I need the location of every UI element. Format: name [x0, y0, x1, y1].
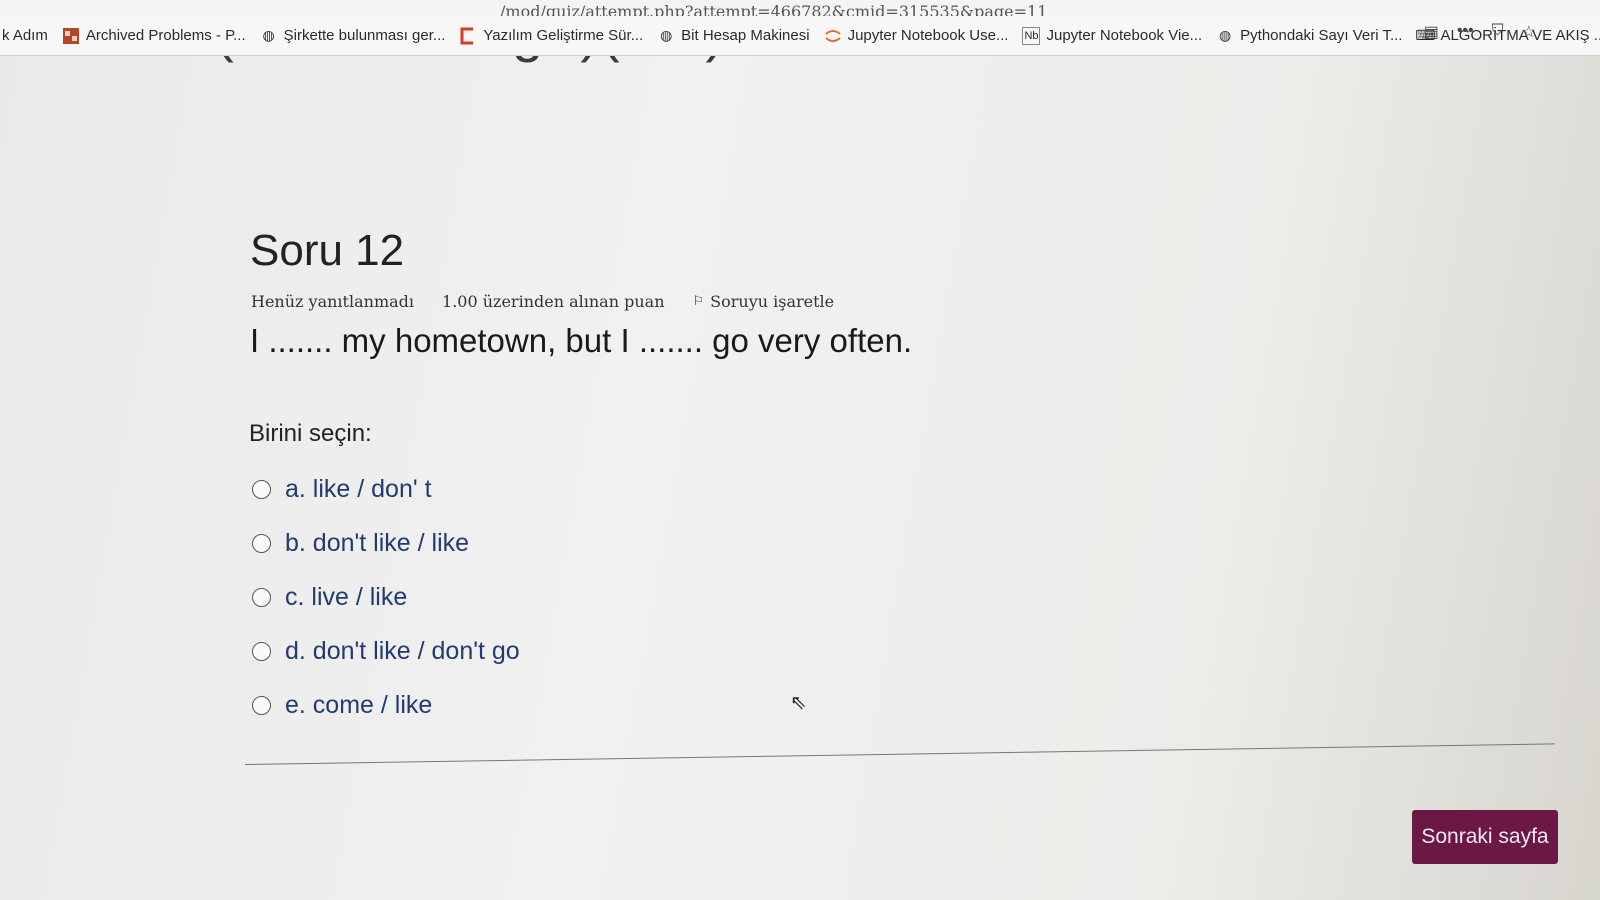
bookmark-item[interactable]: Nb Jupyter Notebook Vie...: [1022, 26, 1203, 45]
option-label: a. like / don' t: [285, 474, 432, 503]
bookmark-item[interactable]: ◍ Pythondaki Sayı Veri T...: [1216, 27, 1402, 45]
bookmark-star-icon[interactable]: ☆: [1522, 22, 1536, 42]
bookmark-label: k Adım: [2, 27, 48, 44]
question-title: Soru 12: [250, 226, 405, 275]
bookmark-label: Archived Problems - P...: [85, 27, 246, 44]
bookmark-item[interactable]: Yazılım Geliştirme Sür...: [459, 27, 643, 45]
option-label: d. don't like / don't go: [285, 636, 520, 665]
option-label: e. come / like: [285, 690, 433, 719]
mouse-cursor-icon: ⇖: [790, 692, 807, 714]
bookmark-label: Jupyter Notebook Use...: [847, 27, 1009, 44]
section-divider: [244, 743, 1555, 765]
nb-icon: Nb: [1022, 26, 1041, 45]
option-label: c. live / like: [285, 582, 408, 611]
bookmark-item[interactable]: k Adım: [2, 27, 48, 44]
bracket-logo-icon: [459, 27, 477, 45]
answer-option-c[interactable]: c. live / like: [252, 570, 520, 624]
globe-icon: ◍: [1219, 27, 1232, 43]
globe-icon: ◍: [262, 27, 275, 43]
radio-button[interactable]: [252, 641, 271, 661]
answer-option-a[interactable]: a. like / don' t: [252, 462, 520, 516]
bookmark-label: Yazılım Geliştirme Sür...: [483, 27, 644, 44]
flag-icon: ⚐: [692, 294, 705, 309]
next-page-button[interactable]: Sonraki sayfa: [1412, 810, 1558, 864]
radio-button[interactable]: [252, 695, 271, 715]
question-text: I ....... my hometown, but I ....... go …: [250, 322, 913, 359]
answer-option-e[interactable]: e. come / like: [252, 678, 520, 732]
bookmark-item[interactable]: ◍ Bit Hesap Makinesi: [657, 27, 810, 45]
bookmark-label: Şirkette bulunması ger...: [283, 27, 446, 44]
answer-options: a. like / don' t b. don't like / like c.…: [252, 462, 520, 732]
radio-button[interactable]: [252, 533, 271, 553]
answer-option-b[interactable]: b. don't like / like: [252, 516, 520, 570]
globe-icon: ◍: [660, 27, 673, 43]
bookmarks-bar: k Adım Archived Problems - P... ◍ Şirket…: [0, 16, 1600, 56]
flag-label: Soruyu işaretle: [710, 292, 835, 311]
grid-logo-icon: [62, 27, 80, 45]
more-options-icon[interactable]: •••: [1457, 22, 1474, 42]
answer-option-d[interactable]: d. don't like / don't go: [252, 624, 520, 678]
bookmark-item[interactable]: ◍ Şirkette bulunması ger...: [260, 27, 446, 45]
bookmark-label: Bit Hesap Makinesi: [681, 27, 810, 44]
flag-question-link[interactable]: ⚐ Soruyu işaretle: [693, 292, 835, 311]
question-points: 1.00 üzerinden alınan puan: [442, 292, 665, 311]
jupyter-icon: [824, 27, 842, 45]
pocket-icon[interactable]: ⛉: [1492, 22, 1504, 42]
bookmark-label: Jupyter Notebook Vie...: [1046, 27, 1203, 44]
answer-prompt: Birini seçin:: [249, 420, 372, 447]
bookmark-item[interactable]: Jupyter Notebook Use...: [824, 27, 1009, 45]
radio-button[interactable]: [252, 587, 271, 607]
radio-button[interactable]: [252, 479, 271, 499]
browser-toolbar: ▤ ••• ⛉ ☆: [1424, 22, 1536, 42]
option-label: b. don't like / like: [285, 528, 470, 557]
question-status: Henüz yanıtlanmadı: [251, 292, 415, 311]
bookmark-item[interactable]: Archived Problems - P...: [62, 27, 246, 45]
reader-view-icon[interactable]: ▤: [1424, 22, 1439, 42]
question-info: Henüz yanıtlanmadı 1.00 üzerinden alınan…: [251, 292, 834, 311]
bookmark-label: Pythondaki Sayı Veri T...: [1240, 27, 1403, 44]
